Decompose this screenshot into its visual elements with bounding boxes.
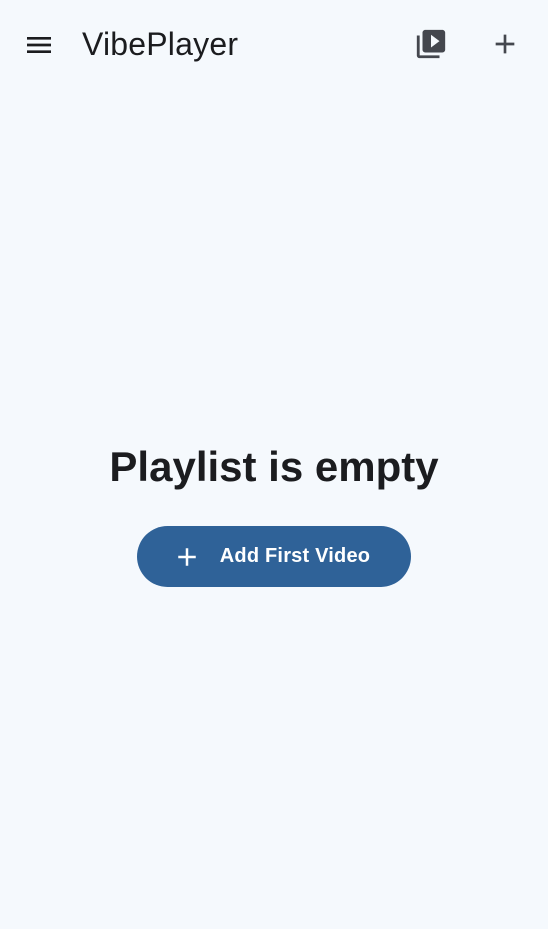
add-video-button[interactable]: [481, 20, 529, 68]
video-library-icon: [416, 29, 446, 59]
empty-playlist-state: Playlist is empty Add First Video: [0, 440, 548, 587]
app-title: VibePlayer: [82, 26, 239, 62]
menu-icon: [27, 37, 51, 53]
top-app-bar: VibePlayer: [0, 0, 548, 88]
empty-playlist-message: Playlist is empty: [109, 443, 439, 490]
playlist-button[interactable]: [407, 20, 455, 68]
menu-button[interactable]: [15, 21, 63, 69]
add-icon: [495, 34, 515, 54]
app-root: VibePlayer Playlist is empty Add First V…: [0, 0, 548, 929]
add-first-video-button[interactable]: Add First Video: [137, 526, 411, 587]
add-icon: [172, 542, 202, 572]
add-first-video-label: Add First Video: [219, 545, 371, 567]
